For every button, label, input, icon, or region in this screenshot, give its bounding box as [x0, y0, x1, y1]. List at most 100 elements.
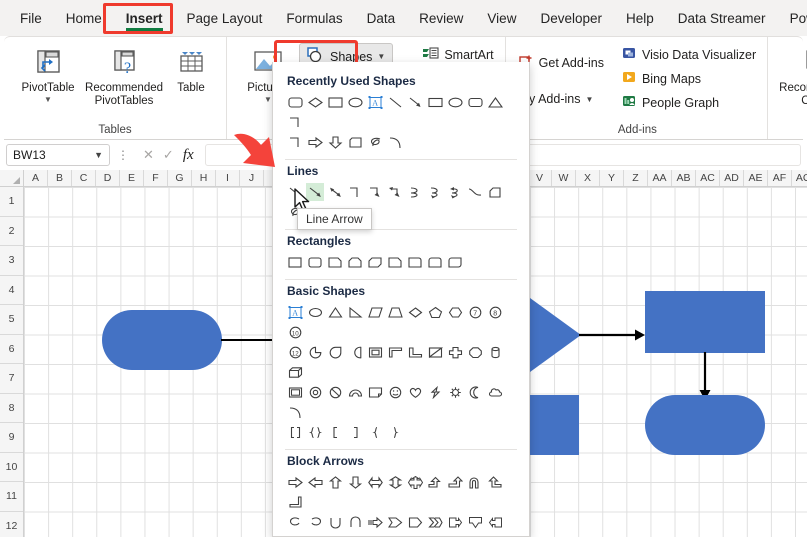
shape-arrow-quad[interactable] — [406, 473, 424, 491]
shape-arrow-up[interactable] — [326, 473, 344, 491]
shape-arrow-bent-up[interactable] — [446, 473, 464, 491]
shape-scribble[interactable] — [366, 133, 384, 151]
shape-rect-plain[interactable] — [286, 253, 304, 271]
shape-basic-moon[interactable] — [466, 383, 484, 401]
shape-chevron[interactable] — [426, 513, 444, 531]
gallery-row-recently-used[interactable]: A — [273, 92, 529, 152]
column-header-W[interactable]: W — [552, 170, 576, 186]
gallery-row-basic-shapes[interactable]: A 7 8 10 12 — [273, 302, 529, 442]
cancel-icon[interactable]: ✕ — [143, 147, 154, 163]
shape-arrow-notched-right[interactable] — [386, 513, 404, 531]
shape-elbow-arrow[interactable] — [366, 183, 384, 201]
shape-elbow-double-arrow[interactable] — [386, 183, 404, 201]
shape-basic-arc[interactable] — [286, 403, 304, 421]
shape-basic-regular-pentagon[interactable] — [466, 343, 484, 361]
shape-arrow-callout-up[interactable] — [286, 533, 304, 536]
shape-basic-block-arc[interactable] — [346, 383, 364, 401]
shape-basic-bracket-pair-left[interactable] — [326, 423, 344, 441]
row-header-1[interactable]: 1 — [0, 187, 23, 217]
shape-basic-half-frame[interactable] — [386, 343, 404, 361]
column-header-G[interactable]: G — [168, 170, 192, 186]
shape-basic-text-box[interactable]: A — [286, 303, 304, 321]
shape-line-arrow[interactable] — [406, 93, 424, 111]
shape-arc[interactable] — [386, 133, 404, 151]
column-header-AB[interactable]: AB — [672, 170, 696, 186]
row-header-2[interactable]: 2 — [0, 217, 23, 246]
pivottable-button[interactable]: PivotTable ▼ — [10, 41, 86, 108]
shape-basic-triangle[interactable] — [326, 303, 344, 321]
shape-basic-sun[interactable] — [446, 383, 464, 401]
column-header-C[interactable]: C — [72, 170, 96, 186]
people-graph-button[interactable]: People Graph — [617, 91, 761, 114]
rounded-rectangle-bottom-right[interactable] — [645, 395, 765, 455]
shape-rect-snip-single-corner[interactable] — [326, 253, 344, 271]
column-header-Z[interactable]: Z — [624, 170, 648, 186]
row-header-6[interactable]: 6 — [0, 335, 23, 364]
shape-basic-hexagon[interactable] — [446, 303, 464, 321]
shape-basic-right-triangle[interactable] — [346, 303, 364, 321]
shape-basic-oval[interactable] — [306, 303, 324, 321]
shape-basic-chord[interactable] — [346, 343, 364, 361]
shape-elbow-connector[interactable] — [286, 113, 304, 131]
shape-curved-double-arrow[interactable] — [446, 183, 464, 201]
shape-basic-left-brace[interactable] — [306, 423, 324, 441]
column-header-E[interactable]: E — [120, 170, 144, 186]
shape-arrow-left-up[interactable] — [486, 473, 504, 491]
tab-insert[interactable]: Insert — [116, 7, 173, 31]
shape-basic-cloud[interactable] — [486, 383, 504, 401]
gallery-row-block-arrows[interactable] — [273, 472, 529, 536]
shape-basic-diagonal-stripe[interactable] — [426, 343, 444, 361]
bing-maps-button[interactable]: Bing Maps — [617, 67, 761, 90]
shape-line[interactable] — [386, 93, 404, 111]
shape-arrow-u-turn[interactable] — [466, 473, 484, 491]
column-header-V[interactable]: V — [528, 170, 552, 186]
column-header-D[interactable]: D — [96, 170, 120, 186]
shape-basic-lightning-bolt[interactable] — [426, 383, 444, 401]
recommended-pivottables-button[interactable]: ? Recommended PivotTables — [85, 41, 163, 112]
chevron-down-icon[interactable]: ▼ — [94, 150, 103, 160]
shape-pentagon-arrow[interactable] — [406, 513, 424, 531]
shape-freeform[interactable] — [486, 183, 504, 201]
tab-page-layout[interactable]: Page Layout — [177, 7, 273, 30]
tab-formulas[interactable]: Formulas — [276, 7, 352, 30]
column-header-A[interactable]: A — [24, 170, 48, 186]
shape-curved-arrow[interactable] — [426, 183, 444, 201]
row-header-5[interactable]: 5 — [0, 305, 23, 335]
shape-right-arrow[interactable] — [306, 133, 324, 151]
shape-basic-brace-left[interactable] — [366, 423, 384, 441]
shape-basic-bracket-pair-right[interactable] — [346, 423, 364, 441]
column-header-AG[interactable]: AG — [792, 170, 807, 186]
shape-arrow-up-down[interactable] — [386, 473, 404, 491]
shape-arrow-callout-down[interactable] — [466, 513, 484, 531]
chevron-down-icon[interactable]: ▼ — [585, 95, 593, 104]
column-header-B[interactable]: B — [48, 170, 72, 186]
column-header-X[interactable]: X — [576, 170, 600, 186]
shape-basic-decagon[interactable]: 10 — [286, 323, 304, 341]
visio-data-visualizer-button[interactable]: Visio Data Visualizer — [617, 43, 761, 66]
shape-basic-octagon[interactable]: 8 — [486, 303, 504, 321]
column-header-AA[interactable]: AA — [648, 170, 672, 186]
chevron-down-icon[interactable]: ▼ — [377, 52, 385, 61]
shape-basic-diamond[interactable] — [406, 303, 424, 321]
shape-arrow-callout-left[interactable] — [486, 513, 504, 531]
formula-bar-options-icon[interactable]: ⋮ — [114, 148, 132, 162]
column-header-AF[interactable]: AF — [768, 170, 792, 186]
tab-file[interactable]: File — [10, 7, 52, 30]
shape-basic-trapezoid[interactable] — [386, 303, 404, 321]
shape-rectangle-2[interactable] — [426, 93, 444, 111]
column-header-F[interactable]: F — [144, 170, 168, 186]
rounded-rectangle-left[interactable] — [102, 310, 222, 370]
shape-text-box[interactable]: A — [366, 93, 384, 111]
recommended-charts-button[interactable]: Recommended Charts — [778, 41, 807, 112]
tab-data-streamer[interactable]: Data Streamer — [668, 7, 776, 30]
shape-arrow-left[interactable] — [306, 473, 324, 491]
shape-rect-round-single-corner[interactable] — [406, 253, 424, 271]
shape-basic-folded-corner[interactable] — [366, 383, 384, 401]
shape-arrow-right[interactable] — [286, 473, 304, 491]
row-header-7[interactable]: 7 — [0, 364, 23, 394]
shape-oval-2[interactable] — [446, 93, 464, 111]
shape-triangle[interactable] — [486, 93, 504, 111]
shape-rect-snip-same-side-corner[interactable] — [346, 253, 364, 271]
shape-arrow-curved-up[interactable] — [326, 513, 344, 531]
shape-basic-heart[interactable] — [406, 383, 424, 401]
